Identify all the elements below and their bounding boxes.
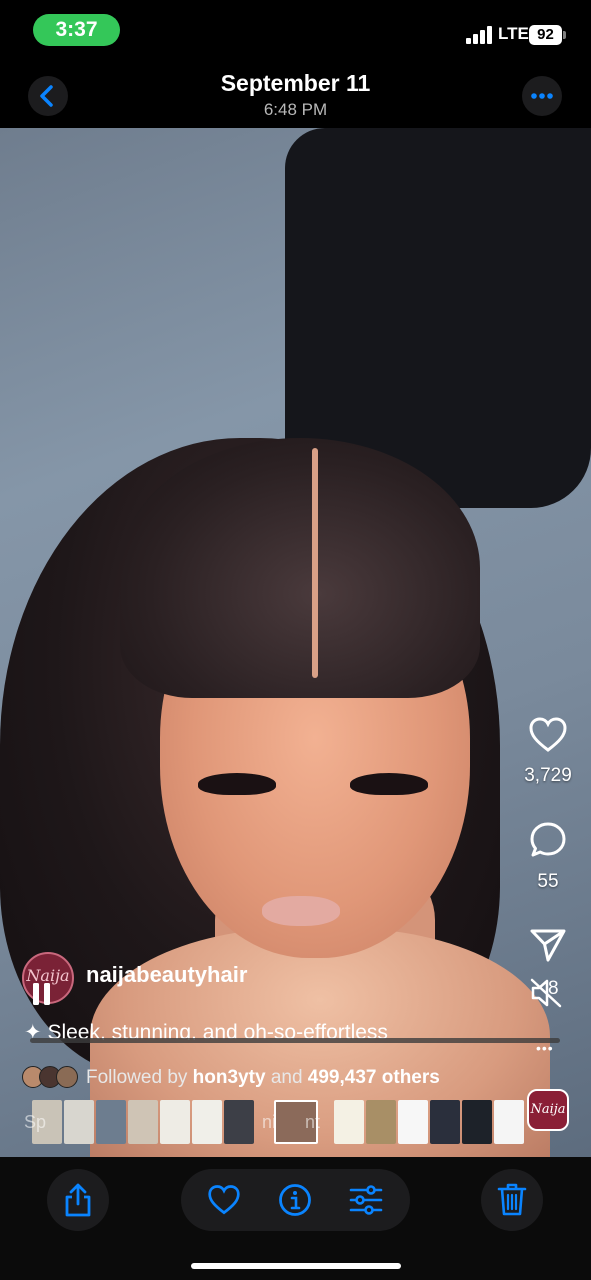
follower-avatar [56,1066,78,1088]
caption-more-icon[interactable]: ••• [536,1040,554,1056]
send-icon [530,929,566,962]
heart-icon [529,717,567,752]
photo-header: September 11 6:48 PM [0,62,591,128]
wig-part [312,448,318,678]
more-button[interactable] [522,76,562,116]
status-bar: 3:37 LTE 92 [0,0,591,62]
lips [262,896,340,926]
comment-icon [530,822,566,857]
photo-actions-group [181,1169,410,1231]
filmstrip-thumb[interactable] [192,1100,222,1144]
filmstrip-thumb[interactable] [494,1100,524,1144]
page-subtitle: 6:48 PM [263,100,328,119]
page-title: September 11 [220,70,371,96]
username[interactable]: naijabeautyhair [86,962,247,988]
filmstrip-thumb[interactable] [128,1100,158,1144]
photo-filmstrip[interactable] [22,1100,562,1144]
pause-icon[interactable] [32,982,52,1006]
filmstrip-thumb[interactable] [398,1100,428,1144]
like-action[interactable]: 3,729 [518,716,578,787]
network-label: LTE [498,24,529,43]
video-progress-bar[interactable] [30,1038,560,1043]
trash-icon [497,1183,527,1216]
like-count: 3,729 [524,765,572,786]
status-time: 3:37 [33,14,120,46]
strip-hint-right: nt [305,1112,321,1132]
caption: ✦ Sleek, stunning, and oh-so-effortless [24,1018,464,1040]
filmstrip-thumb[interactable] [96,1100,126,1144]
wig-crown [120,438,480,698]
filmstrip-thumb[interactable] [366,1100,396,1144]
app-badge[interactable]: Naija [527,1089,569,1131]
photo-content[interactable] [0,128,591,1157]
adjust-icon[interactable] [349,1184,383,1216]
filmstrip-thumb[interactable] [462,1100,492,1144]
share-button[interactable] [47,1169,109,1231]
strip-hint-mid: ni [262,1112,277,1132]
filmstrip-thumb[interactable] [430,1100,460,1144]
filmstrip-thumb[interactable] [224,1100,254,1144]
bottom-toolbar [0,1157,591,1280]
info-icon[interactable] [278,1183,312,1217]
filmstrip-thumb[interactable] [160,1100,190,1144]
comment-count: 55 [537,871,559,892]
more-icon [531,93,553,99]
followed-by-text[interactable]: Followed by hon3yty and 499,437 others [86,1067,440,1089]
app-badge-logo: Naija [530,1102,566,1117]
favorite-icon[interactable] [207,1184,241,1216]
strip-hint-left: Sp [24,1112,47,1132]
left-eye [198,773,276,795]
share-action[interactable] [518,926,578,969]
filmstrip-thumb[interactable] [64,1100,94,1144]
battery-tip [563,31,566,39]
filmstrip-thumb[interactable] [334,1100,364,1144]
mute-icon[interactable] [530,978,562,1008]
share-icon [65,1183,91,1217]
comment-action[interactable]: 55 [518,820,578,893]
delete-button[interactable] [481,1169,543,1231]
battery-indicator: 92 [529,25,562,45]
right-eye [350,773,428,795]
home-indicator[interactable] [191,1263,401,1269]
signal-icon [466,26,494,44]
